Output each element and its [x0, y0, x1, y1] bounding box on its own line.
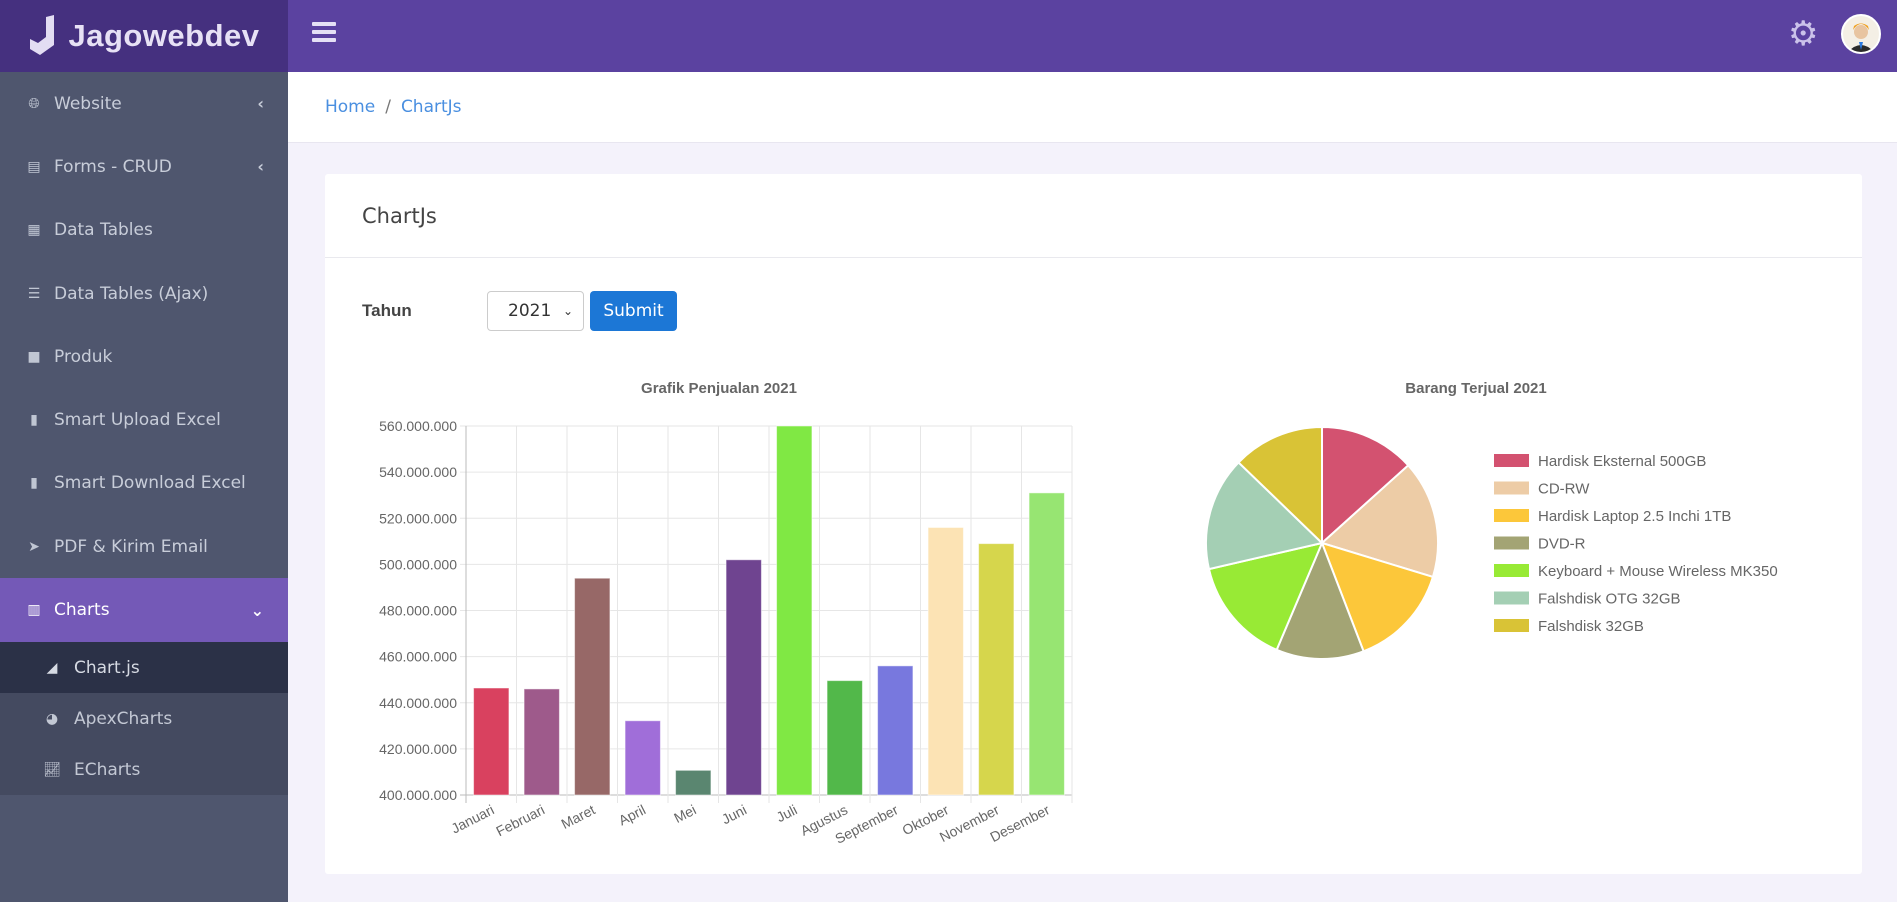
legend-swatch	[1494, 509, 1529, 522]
legend-swatch	[1494, 454, 1529, 467]
bar-juli[interactable]	[776, 425, 813, 796]
y-tick-label: 440.000.000	[379, 695, 457, 711]
bar-oktober[interactable]	[927, 526, 964, 796]
pie-chart-title: Barang Terjual 2021	[1405, 380, 1546, 397]
legend-label[interactable]: DVD-R	[1538, 536, 1586, 553]
y-tick-label: 540.000.000	[379, 464, 457, 480]
legend-label[interactable]: Falshdisk OTG 32GB	[1538, 591, 1681, 608]
x-tick-label: Juli	[774, 801, 800, 825]
pie-chart: Hardisk Eksternal 500GB CD-RW Hardisk Lapt…	[1204, 425, 1778, 660]
bar-desember[interactable]	[1028, 492, 1065, 796]
legend-swatch	[1494, 536, 1529, 550]
bar-maret[interactable]	[574, 577, 611, 796]
legend-label[interactable]: Keyboard + Mouse Wireless MK350	[1538, 563, 1778, 580]
bar-april[interactable]	[624, 720, 661, 796]
bar-agustus[interactable]	[826, 680, 863, 796]
y-tick-label: 520.000.000	[379, 510, 457, 526]
x-tick-label: Januari	[448, 801, 496, 836]
legend-label[interactable]: Hardisk Laptop 2.5 Inchi 1TB	[1538, 508, 1731, 525]
bar-chart: 400.000.000 420.000.000 440.000.000 460.000…	[379, 418, 1073, 847]
legend-swatch	[1494, 564, 1529, 577]
x-tick-label: April	[616, 801, 648, 828]
y-tick-label: 460.000.000	[379, 649, 457, 665]
y-tick-label: 560.000.000	[379, 418, 457, 434]
y-tick-label: 420.000.000	[379, 741, 457, 757]
bar-januari[interactable]	[473, 687, 510, 796]
charts-canvas: Grafik Penjualan 2021 400.000.000 420.000…	[379, 380, 1778, 847]
x-tick-label: Mei	[671, 801, 698, 825]
bar-chart-title: Grafik Penjualan 2021	[641, 380, 797, 397]
x-tick-label: Juni	[719, 801, 749, 827]
x-tick-label: Maret	[558, 801, 597, 832]
legend-label[interactable]: Falshdisk 32GB	[1538, 618, 1644, 635]
y-tick-label: 500.000.000	[379, 556, 457, 572]
y-tick-label: 400.000.000	[379, 787, 457, 803]
legend-label[interactable]: Hardisk Eksternal 500GB	[1538, 453, 1706, 470]
bar-juni[interactable]	[725, 559, 762, 796]
y-tick-label: 480.000.000	[379, 603, 457, 619]
bar-mei[interactable]	[675, 769, 712, 796]
legend-label[interactable]: CD-RW	[1538, 481, 1590, 498]
bar-februari[interactable]	[523, 688, 560, 796]
bar-november[interactable]	[978, 543, 1015, 796]
legend-swatch	[1494, 481, 1529, 495]
bar-september[interactable]	[877, 665, 914, 796]
legend-swatch	[1494, 591, 1529, 605]
x-tick-label: Februari	[493, 801, 547, 839]
legend-swatch	[1494, 619, 1529, 632]
